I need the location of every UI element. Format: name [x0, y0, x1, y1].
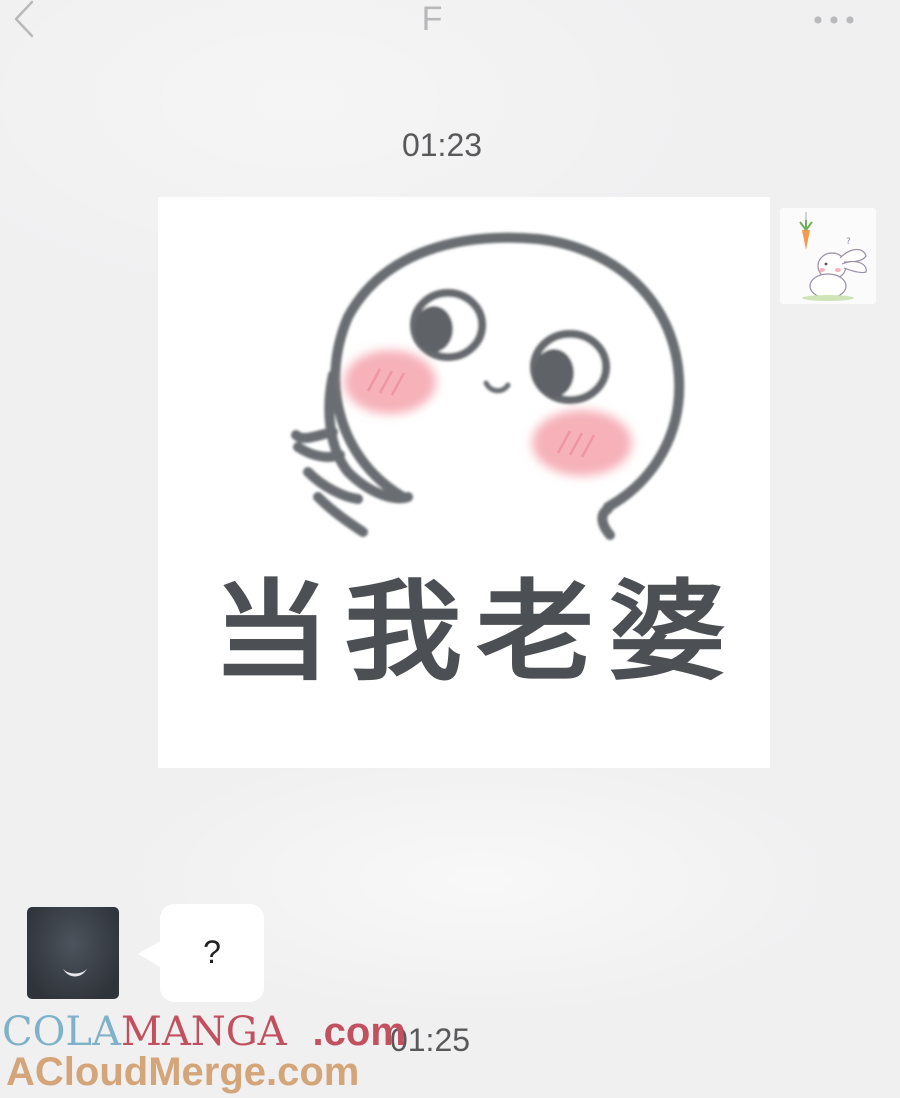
contact-avatar[interactable] [27, 907, 119, 999]
sticker-caption-text: 当我老婆 [211, 568, 740, 696]
message-timestamp: 01:23 [401, 127, 483, 163]
avatar[interactable]: ? [780, 208, 876, 304]
bunny-avatar-image: ? [799, 212, 867, 301]
watermark-com: .com [312, 1010, 406, 1054]
chevron-left-icon [14, 0, 34, 38]
chat-title: F [421, 0, 443, 38]
message-bubble[interactable]: ? [160, 904, 264, 1002]
watermark-manga: MANGA [120, 1009, 287, 1055]
message-text: ? [203, 934, 221, 970]
more-options-button[interactable] [808, 8, 860, 32]
more-dots-icon [814, 16, 854, 24]
svg-text:?: ? [846, 237, 851, 247]
sticker-message[interactable]: 当我老婆 [158, 197, 770, 768]
moon-avatar-image [63, 969, 87, 977]
back-button[interactable] [8, 0, 44, 40]
watermark-line1: COLAMANGA .com [2, 1010, 406, 1054]
watermark-cola: COLA [2, 1009, 121, 1055]
bubble-tail [138, 940, 162, 968]
watermark-line2: ACloudMerge.com [6, 1050, 360, 1094]
